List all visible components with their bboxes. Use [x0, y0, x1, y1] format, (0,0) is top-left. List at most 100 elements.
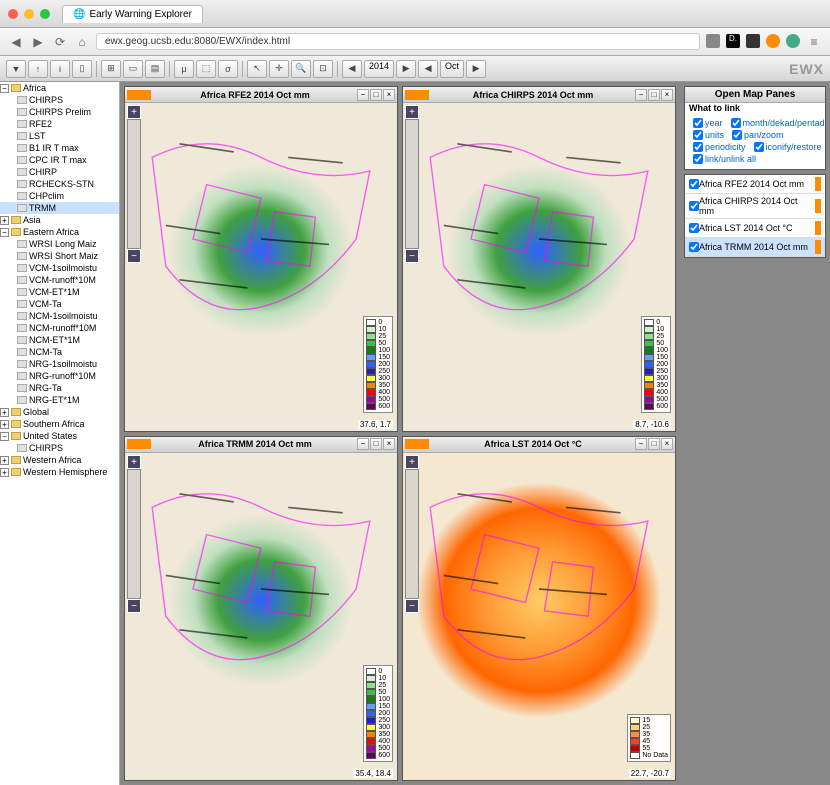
tree-toggle[interactable]: − — [0, 84, 9, 93]
link-checkbox[interactable] — [693, 118, 703, 128]
map-canvas[interactable]: + − 0102550100150200250300350400500600 8… — [403, 103, 675, 431]
tool-extent[interactable]: ⊡ — [313, 60, 333, 78]
year-select[interactable]: 2014 — [364, 60, 394, 78]
map-minimize[interactable]: − — [635, 438, 647, 450]
tool-info[interactable]: i — [50, 60, 70, 78]
ext-icon[interactable] — [766, 34, 780, 48]
tree-node-chirp[interactable]: CHIRP — [0, 166, 119, 178]
tool-up[interactable]: ↑ — [28, 60, 48, 78]
tree-node-ncm-1soilmoistu[interactable]: NCM-1soilmoistu — [0, 310, 119, 322]
tree-node-ncm-et-1m[interactable]: NCM-ET*1M — [0, 334, 119, 346]
tree-node-trmm[interactable]: TRMM — [0, 202, 119, 214]
tree-node-rchecks-stn[interactable]: RCHECKS-STN — [0, 178, 119, 190]
link-checkbox[interactable] — [693, 142, 703, 152]
tool-crosshair[interactable]: ✛ — [269, 60, 289, 78]
link-checkbox[interactable] — [731, 118, 741, 128]
tree-node-wrsi-short-maiz[interactable]: WRSI Short Maiz — [0, 250, 119, 262]
zoom-slider[interactable] — [405, 119, 419, 249]
zoom-slider[interactable] — [405, 469, 419, 599]
zoom-slider[interactable] — [127, 469, 141, 599]
tree-node-ncm-ta[interactable]: NCM-Ta — [0, 346, 119, 358]
map-close[interactable]: × — [383, 89, 395, 101]
tool-cascade[interactable]: ▤ — [145, 60, 165, 78]
tree-node-cpc-ir-t-max[interactable]: CPC IR T max — [0, 154, 119, 166]
tool-mu[interactable]: μ — [174, 60, 194, 78]
menu-button[interactable]: ≡ — [806, 34, 822, 50]
link-opt-units[interactable]: units — [693, 130, 724, 140]
tree-node-chpclim[interactable]: CHPclim — [0, 190, 119, 202]
year-next[interactable]: ▶ — [396, 60, 416, 78]
map-canvas[interactable]: + − 1525354555No Data 22.7, -20.7 — [403, 453, 675, 781]
tree-node-asia[interactable]: +Asia — [0, 214, 119, 226]
tree-node-chirps[interactable]: CHIRPS — [0, 442, 119, 454]
tool-dropdown[interactable]: ▼ — [6, 60, 26, 78]
tool-sidebar[interactable]: ▯ — [72, 60, 92, 78]
pane-checkbox[interactable] — [689, 201, 699, 211]
link-checkbox[interactable] — [732, 130, 742, 140]
tree-node-africa[interactable]: −Africa — [0, 82, 119, 94]
pane-list-item[interactable]: Africa TRMM 2014 Oct mm — [685, 238, 825, 257]
tree-node-nrg-ta[interactable]: NRG-Ta — [0, 382, 119, 394]
forward-button[interactable]: ▶ — [30, 34, 46, 50]
map-canvas[interactable]: + − 0102550100150200250300350400500600 3… — [125, 453, 397, 781]
map-minimize[interactable]: − — [357, 89, 369, 101]
zoom-out[interactable]: − — [405, 249, 419, 263]
map-maximize[interactable]: □ — [370, 438, 382, 450]
map-close[interactable]: × — [661, 438, 673, 450]
tree-node-ncm-runoff-10m[interactable]: NCM-runoff*10M — [0, 322, 119, 334]
zoom-in[interactable]: + — [127, 105, 141, 119]
map-maximize[interactable]: □ — [370, 89, 382, 101]
tree-node-rfe2[interactable]: RFE2 — [0, 118, 119, 130]
period-prev[interactable]: ◀ — [418, 60, 438, 78]
tree-node-vcm-et-1m[interactable]: VCM-ET*1M — [0, 286, 119, 298]
zoom-out[interactable]: − — [127, 599, 141, 613]
reload-button[interactable]: ⟳ — [52, 34, 68, 50]
tree-node-chirps-prelim[interactable]: CHIRPS Prelim — [0, 106, 119, 118]
link-opt-periodicity[interactable]: periodicity — [693, 142, 746, 152]
map-minimize[interactable]: − — [635, 89, 647, 101]
ext-icon[interactable] — [746, 34, 760, 48]
year-prev[interactable]: ◀ — [342, 60, 362, 78]
close-window[interactable] — [8, 9, 18, 19]
tree-node-nrg-1soilmoistu[interactable]: NRG-1soilmoistu — [0, 358, 119, 370]
minimize-window[interactable] — [24, 9, 34, 19]
tool-sigma[interactable]: σ — [218, 60, 238, 78]
tool-zoom[interactable]: 🔍 — [291, 60, 311, 78]
zoom-out[interactable]: − — [405, 599, 419, 613]
dataset-tree[interactable]: −AfricaCHIRPSCHIRPS PrelimRFE2LSTB1 IR T… — [0, 82, 120, 785]
link-opt-link-unlink-all[interactable]: link/unlink all — [693, 154, 756, 164]
tree-toggle[interactable]: − — [0, 228, 9, 237]
tree-node-nrg-et-1m[interactable]: NRG-ET*1M — [0, 394, 119, 406]
link-checkbox[interactable] — [693, 130, 703, 140]
zoom-out[interactable]: − — [127, 249, 141, 263]
back-button[interactable]: ◀ — [8, 34, 24, 50]
tree-node-western-africa[interactable]: +Western Africa — [0, 454, 119, 466]
map-close[interactable]: × — [661, 89, 673, 101]
tree-node-vcm-1soilmoistu[interactable]: VCM-1soilmoistu — [0, 262, 119, 274]
link-checkbox[interactable] — [754, 142, 764, 152]
tree-node-chirps[interactable]: CHIRPS — [0, 94, 119, 106]
period-select[interactable]: Oct — [440, 60, 464, 78]
tool-pointer[interactable]: ↖ — [247, 60, 267, 78]
tree-node-wrsi-long-maiz[interactable]: WRSI Long Maiz — [0, 238, 119, 250]
tree-node-nrg-runoff-10m[interactable]: NRG-runoff*10M — [0, 370, 119, 382]
ext-icon[interactable] — [786, 34, 800, 48]
zoom-slider[interactable] — [127, 119, 141, 249]
link-opt-month-dekad-pentad[interactable]: month/dekad/pentad — [731, 118, 825, 128]
tree-node-vcm-runoff-10m[interactable]: VCM-runoff*10M — [0, 274, 119, 286]
home-button[interactable]: ⌂ — [74, 34, 90, 50]
browser-tab[interactable]: 🌐 Early Warning Explorer — [62, 5, 203, 23]
pane-checkbox[interactable] — [689, 242, 699, 252]
tree-node-southern-africa[interactable]: +Southern Africa — [0, 418, 119, 430]
tool-chart[interactable]: ⬚ — [196, 60, 216, 78]
zoom-in[interactable]: + — [405, 105, 419, 119]
link-opt-year[interactable]: year — [693, 118, 723, 128]
map-minimize[interactable]: − — [357, 438, 369, 450]
period-next[interactable]: ▶ — [466, 60, 486, 78]
link-checkbox[interactable] — [693, 154, 703, 164]
link-opt-iconify-restore[interactable]: iconify/restore — [754, 142, 822, 152]
pane-list-item[interactable]: Africa CHIRPS 2014 Oct mm — [685, 194, 825, 219]
pane-checkbox[interactable] — [689, 179, 699, 189]
map-close[interactable]: × — [383, 438, 395, 450]
zoom-in[interactable]: + — [405, 455, 419, 469]
